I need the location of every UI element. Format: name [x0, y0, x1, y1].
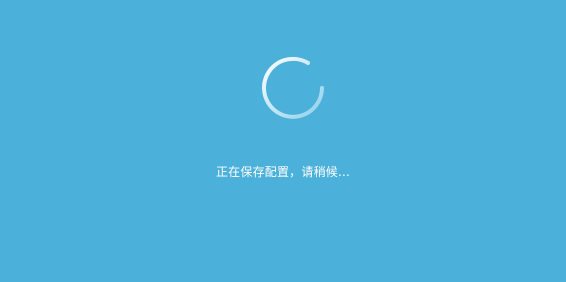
saving-message: 正在保存配置，请稍候...	[215, 165, 351, 179]
spinner-arc	[262, 56, 324, 119]
saving-config-overlay: 正在保存配置，请稍候...	[0, 0, 566, 282]
loading-spinner-icon	[261, 56, 329, 124]
